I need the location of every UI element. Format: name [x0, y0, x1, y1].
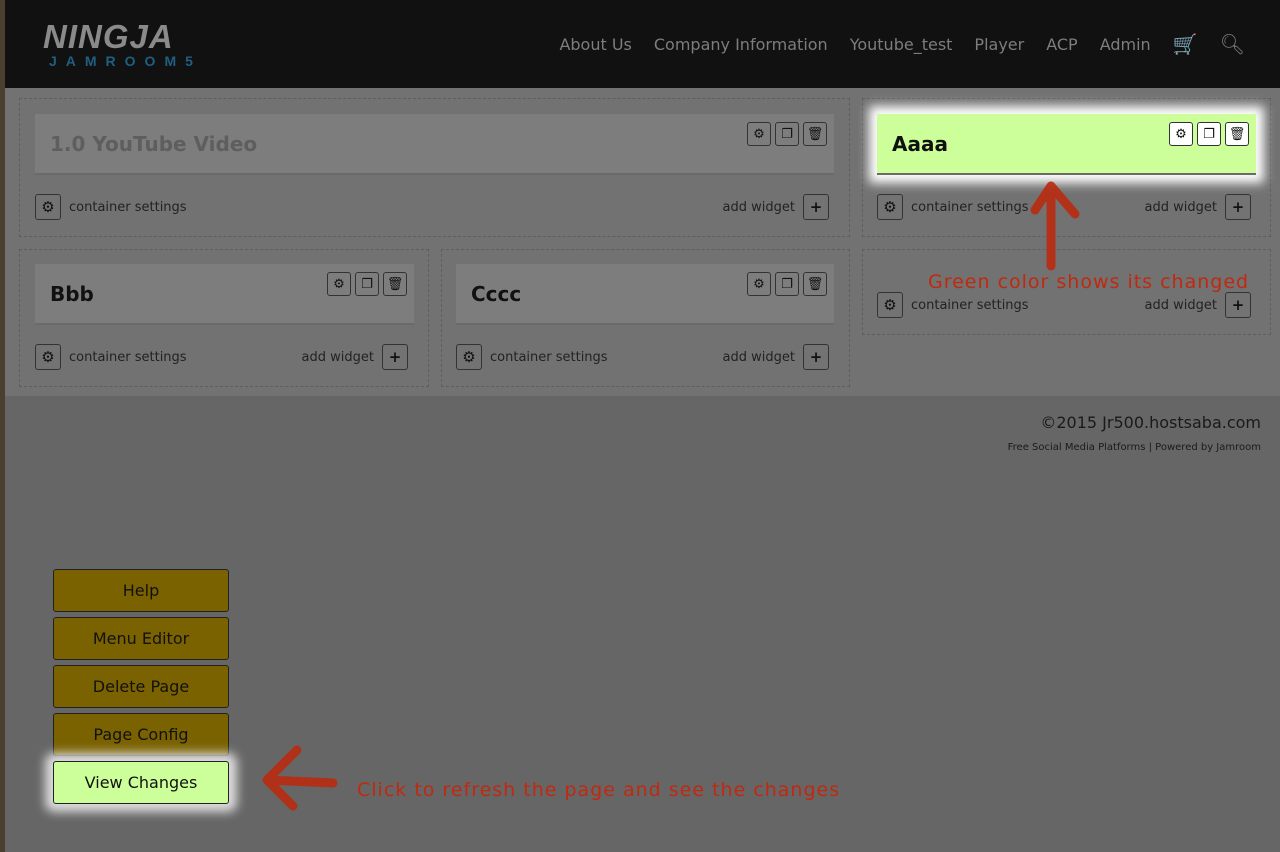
arrow-up-icon [1030, 181, 1080, 271]
annotation-changed: Green color shows its changed [928, 271, 1250, 293]
annotation-arrows [262, 181, 1080, 811]
arrow-left-icon [262, 745, 338, 811]
annotation-view-changes: Click to refresh the page and see the ch… [357, 779, 841, 801]
